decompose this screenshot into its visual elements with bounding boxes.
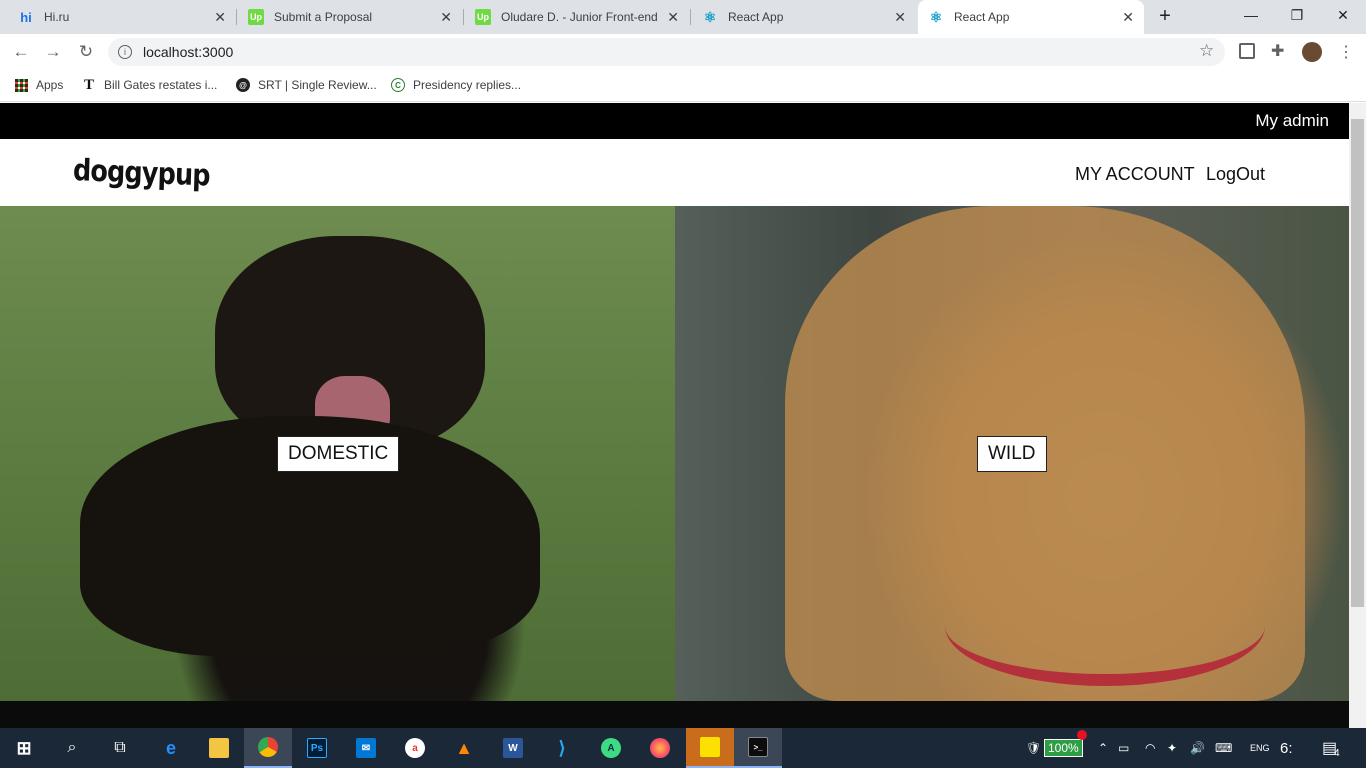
vlc-icon[interactable]: ▲ (440, 728, 488, 768)
bookmark-favicon: C (391, 78, 405, 92)
firefox-icon[interactable] (636, 728, 684, 768)
security-shield-icon[interactable]: 🛡 (1026, 728, 1041, 768)
new-tab-button[interactable]: + (1154, 4, 1176, 28)
notification-dot (1077, 730, 1087, 740)
bookmark-star-icon[interactable]: ☆ (1199, 41, 1214, 61)
clock[interactable]: 6: (1280, 728, 1293, 768)
close-icon[interactable]: ✕ (440, 9, 452, 26)
page-footer (0, 701, 1349, 728)
omnibox[interactable] (108, 38, 1225, 66)
android-studio-icon[interactable]: A (587, 728, 635, 768)
apps-grid-icon (15, 78, 28, 92)
chrome-icon[interactable] (244, 728, 292, 768)
file-explorer-icon[interactable] (195, 728, 243, 768)
wifi-icon[interactable]: ◠ (1145, 728, 1155, 768)
task-view-icon[interactable]: ⧉ (96, 728, 144, 768)
close-icon[interactable]: ✕ (667, 9, 679, 26)
react-favicon: ⚛ (929, 8, 943, 25)
tab-divider (463, 9, 464, 25)
window-close-icon[interactable]: ✕ (1320, 0, 1366, 30)
site-logo[interactable]: doggypup (72, 153, 210, 194)
extensions-puzzle-icon[interactable]: ✚ (1271, 41, 1284, 61)
keyboard-icon[interactable]: ⌨ (1215, 728, 1232, 768)
terminal-icon[interactable]: >_ (734, 728, 782, 768)
battery-percent: 100% (1044, 739, 1083, 757)
admin-bar (0, 103, 1349, 139)
close-icon[interactable]: ✕ (214, 9, 226, 26)
power-icon[interactable]: ▭ (1118, 728, 1129, 768)
bookmark-bill-gates[interactable]: T Bill Gates restates i... (82, 75, 217, 95)
upwork-favicon: Up (475, 9, 491, 25)
extension-icon[interactable] (1239, 43, 1255, 59)
bookmark-label: Presidency replies... (413, 78, 522, 92)
restore-icon[interactable]: ❐ (1274, 0, 1320, 30)
logout-link[interactable]: LogOut (1206, 164, 1265, 185)
back-icon[interactable]: ← (10, 41, 32, 63)
bookmark-presidency[interactable]: C Presidency replies... (391, 75, 521, 95)
search-icon[interactable]: ⌕ (48, 728, 96, 768)
language-icon[interactable]: ENG (1250, 728, 1270, 768)
app-icon[interactable]: a (391, 728, 439, 768)
edge-icon[interactable]: e (147, 728, 195, 768)
avatar[interactable] (1302, 42, 1322, 62)
bookmark-label: Bill Gates restates i... (104, 78, 218, 92)
tab-react-app-1[interactable]: ⚛ React App ✕ (692, 0, 916, 34)
close-icon[interactable]: ✕ (894, 9, 906, 26)
reload-icon[interactable]: ↻ (75, 41, 97, 63)
menu-kebab-icon[interactable]: ⋮ (1338, 42, 1354, 62)
tab-divider (690, 9, 691, 25)
volume-icon[interactable]: 🔊 (1190, 728, 1205, 768)
bookmark-srt[interactable]: @ SRT | Single Review... (236, 75, 377, 95)
photoshop-icon[interactable]: Ps (293, 728, 341, 768)
site-info-icon[interactable]: i (118, 45, 132, 59)
mail-icon[interactable]: ✉ (342, 728, 390, 768)
bookmark-favicon: T (83, 76, 94, 93)
sticky-notes-icon[interactable] (686, 728, 734, 768)
dropbox-icon[interactable]: ✦ (1167, 728, 1177, 768)
tab-title: Oludare D. - Junior Front-end I (501, 10, 660, 24)
word-icon[interactable]: W (489, 728, 537, 768)
url-text[interactable]: localhost:3000 (143, 44, 233, 60)
windows-start-icon[interactable]: ⊞ (0, 728, 48, 768)
forward-icon[interactable]: → (42, 41, 64, 63)
tab-title: React App (954, 10, 1010, 24)
my-admin-link[interactable]: My admin (1255, 111, 1329, 131)
bookmark-label: SRT | Single Review... (258, 78, 377, 92)
my-account-link[interactable]: MY ACCOUNT (1075, 164, 1195, 185)
hi-ru-favicon: hi (20, 9, 32, 25)
red-collar-shape (945, 566, 1265, 686)
tab-title: Submit a Proposal (274, 10, 373, 24)
vscode-icon[interactable]: ⟩ (538, 728, 586, 768)
notification-count: 4 (1334, 748, 1340, 759)
scrollbar-thumb[interactable] (1351, 119, 1364, 607)
wild-category-button[interactable]: WILD (977, 436, 1047, 472)
tab-submit-proposal[interactable]: Up Submit a Proposal ✕ (238, 0, 462, 34)
show-hidden-icons-icon[interactable]: ⌃ (1098, 728, 1108, 768)
tab-react-app-active[interactable]: ⚛ React App ✕ (918, 0, 1144, 34)
bookmark-label: Apps (36, 78, 64, 92)
close-icon[interactable]: ✕ (1122, 9, 1134, 26)
upwork-favicon: Up (248, 9, 264, 25)
tab-hi-ru[interactable]: hi Hi.ru ✕ (8, 0, 236, 34)
react-favicon: ⚛ (703, 8, 717, 25)
tab-divider (236, 9, 237, 25)
bookmark-apps[interactable]: Apps (15, 75, 63, 95)
bookmark-favicon: @ (236, 78, 250, 92)
tab-oludare[interactable]: Up Oludare D. - Junior Front-end I ✕ (465, 0, 689, 34)
minimize-icon[interactable]: — (1228, 0, 1274, 30)
tab-title: Hi.ru (44, 10, 70, 24)
domestic-category-button[interactable]: DOMESTIC (277, 436, 400, 472)
tab-title: React App (728, 10, 784, 24)
